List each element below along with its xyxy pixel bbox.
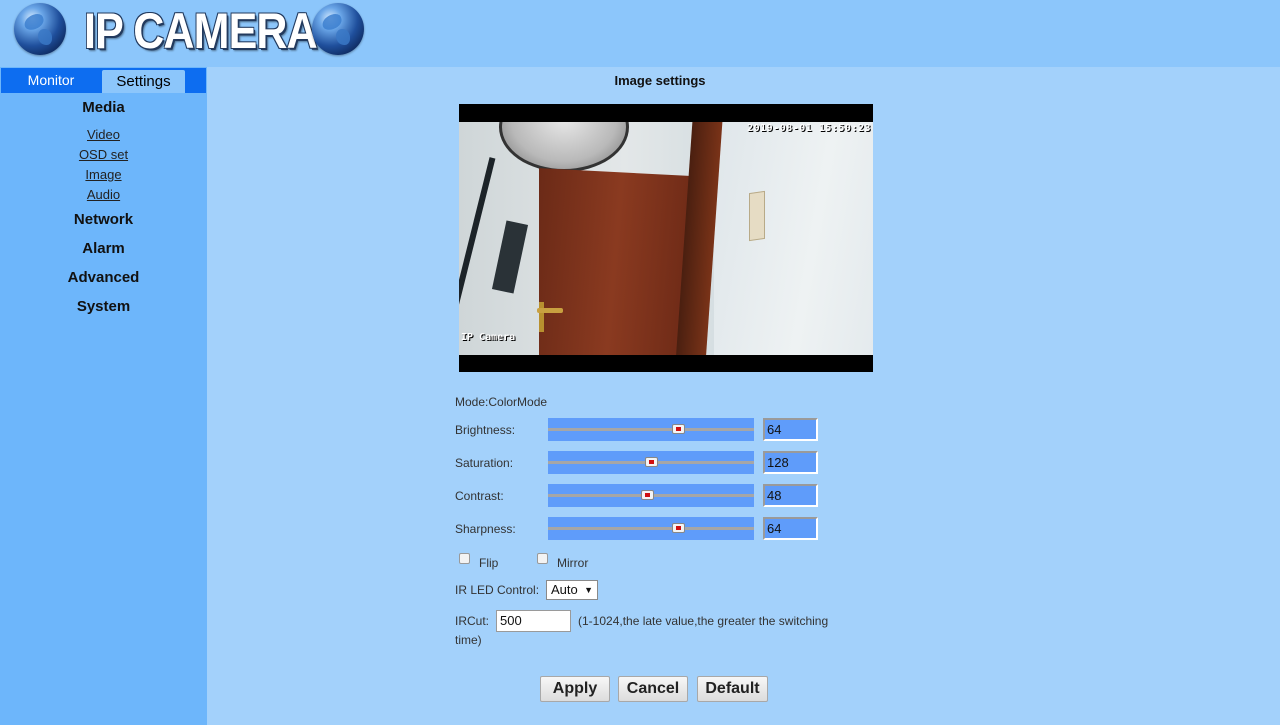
globe-icon	[312, 3, 364, 55]
mirror-label: Mirror	[557, 556, 589, 570]
brightness-value-input[interactable]: 64	[763, 418, 818, 441]
flip-checkbox[interactable]	[459, 553, 470, 564]
default-button[interactable]: Default	[697, 676, 768, 702]
cancel-button[interactable]: Cancel	[618, 676, 688, 702]
tab-monitor[interactable]: Monitor	[1, 68, 101, 93]
saturation-value-input[interactable]: 128	[763, 451, 818, 474]
contrast-slider[interactable]	[548, 484, 754, 507]
brightness-slider[interactable]	[548, 418, 754, 441]
ir-led-label: IR LED Control:	[455, 583, 540, 597]
sharpness-label: Sharpness:	[455, 522, 516, 536]
brightness-slider-thumb[interactable]	[671, 424, 685, 434]
sidebar-item-video[interactable]: Video	[0, 127, 207, 142]
saturation-slider-thumb[interactable]	[645, 457, 658, 467]
sidebar-section-system[interactable]: System	[0, 298, 207, 315]
app-title: IP CAMERA	[84, 3, 318, 59]
apply-button[interactable]: Apply	[540, 676, 610, 702]
ircut-label: IRCut:	[455, 614, 490, 628]
sidebar: Monitor Settings Media Video OSD set Ima…	[0, 67, 207, 725]
contrast-value-input[interactable]: 48	[763, 484, 818, 507]
brightness-label: Brightness:	[455, 423, 516, 437]
flip-label: Flip	[479, 556, 499, 570]
tab-settings[interactable]: Settings	[102, 70, 185, 93]
ir-led-select[interactable]: Auto ▼	[546, 580, 598, 600]
osd-timestamp: 2019-08-01 15:50:23	[747, 123, 871, 134]
tab-bar: Monitor Settings	[1, 68, 206, 93]
sidebar-section-network[interactable]: Network	[0, 211, 207, 228]
globe-icon	[14, 3, 66, 55]
contrast-slider-thumb[interactable]	[640, 490, 654, 500]
page-title: Image settings	[614, 73, 706, 88]
ircut-input[interactable]: 500	[496, 610, 571, 632]
contrast-label: Contrast:	[455, 489, 504, 503]
app-header: IP CAMERA	[0, 0, 1280, 67]
sidebar-item-osd-set[interactable]: OSD set	[0, 147, 207, 162]
sharpness-slider[interactable]	[548, 517, 754, 540]
sidebar-item-image[interactable]: Image	[0, 167, 207, 182]
saturation-slider[interactable]	[548, 451, 754, 474]
sidebar-section-media[interactable]: Media	[0, 99, 207, 116]
sidebar-section-advanced[interactable]: Advanced	[0, 269, 207, 286]
video-preview: 2019-08-01 15:50:23 IP Camera	[459, 104, 873, 372]
mirror-checkbox[interactable]	[537, 553, 548, 564]
sidebar-section-alarm[interactable]: Alarm	[0, 240, 207, 257]
saturation-label: Saturation:	[455, 456, 514, 470]
sharpness-value-input[interactable]: 64	[763, 517, 818, 540]
ircut-hint-continued: time)	[455, 633, 482, 647]
chevron-down-icon: ▼	[584, 585, 593, 595]
mode-label: Mode:ColorMode	[455, 395, 548, 409]
camera-image	[459, 122, 873, 355]
ir-led-select-value: Auto	[551, 582, 578, 597]
ircut-hint: (1-1024,the late value,the greater the s…	[578, 614, 829, 628]
sharpness-slider-thumb[interactable]	[671, 523, 685, 533]
sidebar-item-audio[interactable]: Audio	[0, 187, 207, 202]
osd-camera-name: IP Camera	[461, 332, 516, 343]
